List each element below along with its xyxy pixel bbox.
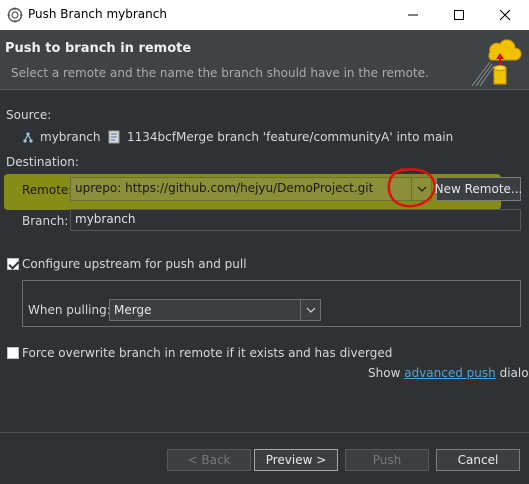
new-remote-button[interactable]: New Remote... xyxy=(435,177,522,201)
preview-button[interactable]: Preview > xyxy=(254,449,338,471)
branch-icon xyxy=(23,132,33,143)
chevron-down-icon xyxy=(306,307,315,313)
close-button[interactable] xyxy=(482,0,528,30)
header-banner: Push to branch in remote Select a remote… xyxy=(0,30,529,90)
back-button[interactable]: < Back xyxy=(167,449,251,471)
branch-field-value: mybranch xyxy=(75,212,136,226)
source-label: Source: xyxy=(6,108,52,122)
source-commit-message: Merge branch 'feature/communityA' into m… xyxy=(176,130,454,144)
advanced-push-suffix: dialog xyxy=(499,366,529,380)
when-pulling-value: Merge xyxy=(114,303,152,317)
when-pulling-select[interactable]: Merge xyxy=(109,299,321,321)
configure-upstream-checkbox[interactable] xyxy=(7,258,19,270)
maximize-button[interactable] xyxy=(436,0,482,30)
remote-combo[interactable]: uprepo: https://github.com/hejyu/DemoPro… xyxy=(70,177,432,201)
remote-value: uprepo: https://github.com/hejyu/DemoPro… xyxy=(75,181,374,195)
force-overwrite-checkbox[interactable] xyxy=(7,347,19,359)
annotation-circle xyxy=(387,167,436,208)
destination-label: Destination: xyxy=(6,155,79,169)
branch-label: Branch: xyxy=(22,214,69,228)
upstream-options-group: When pulling: Merge xyxy=(22,280,521,327)
source-branch: mybranch xyxy=(40,130,101,144)
when-pulling-dropdown-arrow[interactable] xyxy=(300,300,320,320)
push-button[interactable]: Push xyxy=(345,449,429,471)
cancel-button[interactable]: Cancel xyxy=(436,449,520,471)
when-pulling-label: When pulling: xyxy=(28,303,111,317)
remote-label: Remote: xyxy=(22,183,73,197)
minimize-button[interactable] xyxy=(390,0,436,30)
maximize-icon xyxy=(454,10,464,20)
title-bar: Push Branch mybranch xyxy=(0,0,529,30)
button-bar-separator xyxy=(0,432,529,433)
close-icon xyxy=(499,9,511,21)
force-overwrite-label: Force overwrite branch in remote if it e… xyxy=(22,346,393,360)
push-to-cloud-icon xyxy=(471,39,522,87)
advanced-push-line: Show advanced push dialog xyxy=(368,366,529,380)
source-commit-id: 1134bcf xyxy=(127,130,176,144)
page-title: Push to branch in remote xyxy=(5,41,192,56)
advanced-push-prefix: Show xyxy=(368,366,401,380)
window-title: Push Branch mybranch xyxy=(28,7,167,21)
commit-icon xyxy=(108,130,120,144)
advanced-push-link[interactable]: advanced push xyxy=(404,366,496,380)
minimize-icon xyxy=(408,14,418,16)
page-description: Select a remote and the name the branch … xyxy=(11,66,429,80)
eclipse-app-icon xyxy=(7,7,23,23)
configure-upstream-label: Configure upstream for push and pull xyxy=(22,257,247,271)
branch-field[interactable]: mybranch xyxy=(70,209,521,231)
